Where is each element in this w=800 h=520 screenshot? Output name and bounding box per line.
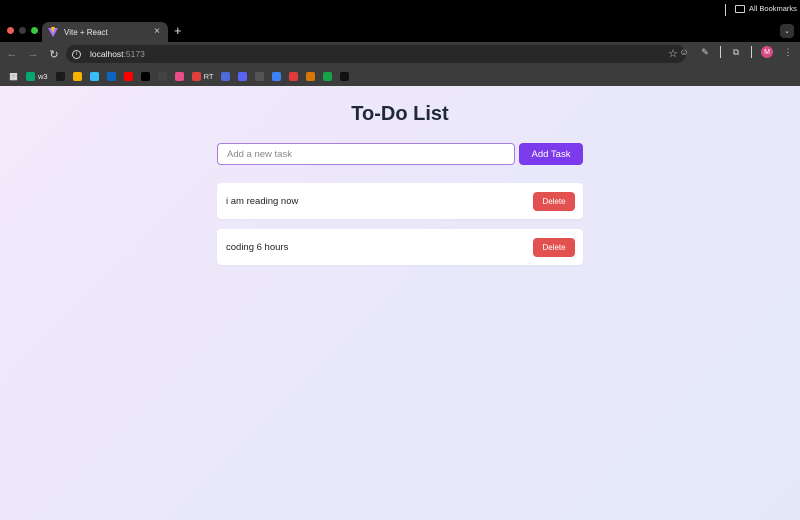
bookmark-item[interactable] bbox=[55, 70, 65, 82]
reload-button[interactable]: ↻ bbox=[45, 45, 63, 63]
bookmarks-divider bbox=[725, 4, 726, 16]
bookmark-item[interactable] bbox=[140, 70, 150, 82]
dribbble-icon bbox=[174, 71, 184, 81]
tmdb-icon bbox=[289, 71, 299, 81]
task-item: i am reading now Delete bbox=[217, 183, 583, 219]
vite-icon bbox=[48, 27, 58, 37]
tab-title: Vite + React bbox=[64, 27, 108, 37]
kebab-menu-icon[interactable]: ⋮ bbox=[782, 46, 794, 58]
bookmark-item[interactable] bbox=[157, 70, 167, 82]
task-list: i am reading now Delete coding 6 hours Dele… bbox=[217, 183, 583, 275]
bookmark-item[interactable] bbox=[238, 70, 248, 82]
bookmark-star-icon[interactable]: ☆ bbox=[668, 47, 678, 60]
bookmark-item[interactable] bbox=[174, 70, 184, 82]
toolbar-actions: ☺ ✎ ⧉ M ⋮ bbox=[678, 46, 794, 58]
tab-close-icon[interactable]: × bbox=[154, 27, 160, 37]
toolbar-divider bbox=[751, 46, 752, 58]
sandwich-icon bbox=[306, 71, 316, 81]
window-minimize-button[interactable] bbox=[19, 27, 26, 34]
bookmark-item[interactable] bbox=[89, 70, 99, 82]
url-host: localhost bbox=[90, 49, 124, 59]
toolbar-divider bbox=[720, 46, 721, 58]
new-task-input[interactable] bbox=[217, 143, 515, 165]
folder-icon bbox=[735, 4, 745, 13]
puzzle-blue-icon bbox=[272, 71, 282, 81]
delete-task-button[interactable]: Delete bbox=[533, 237, 575, 257]
tab-search-button[interactable]: ⌄ bbox=[780, 24, 794, 38]
page-content: To-Do List Add Task i am reading now Dele… bbox=[0, 86, 800, 520]
window-maximize-button[interactable] bbox=[31, 27, 38, 34]
back-button[interactable]: ← bbox=[3, 45, 21, 63]
all-bookmarks-button[interactable]: All Bookmarks bbox=[735, 4, 797, 13]
window-close-button[interactable] bbox=[7, 27, 14, 34]
task-item: coding 6 hours Delete bbox=[217, 229, 583, 265]
tab-strip: Vite + React × + ⌄ bbox=[0, 0, 800, 42]
github-icon bbox=[157, 71, 167, 81]
tailwind-icon bbox=[89, 71, 99, 81]
address-bar[interactable]: i localhost:5173 ☆ bbox=[66, 45, 686, 63]
apps-grid-icon: ▦ bbox=[9, 70, 18, 81]
bookmark-item[interactable]: w3 bbox=[26, 70, 48, 82]
new-tab-button[interactable]: + bbox=[174, 24, 182, 38]
rt-icon bbox=[191, 71, 201, 81]
bookmark-item[interactable] bbox=[340, 70, 350, 82]
forward-button[interactable]: → bbox=[24, 45, 42, 63]
notion-dark-icon bbox=[55, 71, 65, 81]
browser-toolbar: ← → ↻ i localhost:5173 ☆ ☺ ✎ ⧉ M ⋮ bbox=[0, 42, 800, 66]
task-text: i am reading now bbox=[226, 195, 299, 207]
linkedin-icon bbox=[106, 71, 116, 81]
bookmark-item[interactable] bbox=[323, 70, 333, 82]
bookmark-label: w3 bbox=[38, 71, 48, 81]
bookmark-item[interactable] bbox=[272, 70, 282, 82]
browser-tab[interactable]: Vite + React × bbox=[42, 22, 168, 42]
bookmark-item[interactable]: ▦ bbox=[9, 70, 18, 82]
extension-face-icon[interactable]: ☺ bbox=[678, 46, 690, 58]
all-bookmarks-label: All Bookmarks bbox=[749, 4, 797, 13]
notion-icon bbox=[255, 71, 265, 81]
x-icon bbox=[140, 71, 150, 81]
youtube-icon bbox=[123, 71, 133, 81]
bookmarks-bar: ▦ w3 RT bbox=[0, 66, 800, 86]
discord-icon bbox=[238, 71, 248, 81]
task-text: coding 6 hours bbox=[226, 241, 289, 253]
add-task-button[interactable]: Add Task bbox=[519, 143, 583, 165]
bookmark-label: RT bbox=[203, 71, 214, 81]
bookmark-item[interactable]: RT bbox=[191, 70, 214, 82]
page-title: To-Do List bbox=[351, 103, 449, 125]
w3schools-icon bbox=[26, 71, 35, 81]
r-icon bbox=[340, 71, 350, 81]
bookmark-item[interactable] bbox=[72, 70, 82, 82]
extensions-puzzle-icon[interactable]: ⧉ bbox=[730, 46, 742, 58]
cdn-icon bbox=[323, 71, 333, 81]
bookmark-item[interactable] bbox=[306, 70, 316, 82]
bookmark-item[interactable] bbox=[106, 70, 116, 82]
site-info-icon[interactable]: i bbox=[72, 49, 81, 59]
discord-blue-icon bbox=[221, 71, 231, 81]
profile-avatar[interactable]: M bbox=[761, 46, 773, 58]
bookmark-item[interactable] bbox=[289, 70, 299, 82]
delete-task-button[interactable]: Delete bbox=[533, 191, 575, 211]
pen-icon[interactable]: ✎ bbox=[699, 46, 711, 58]
bookmark-item[interactable] bbox=[221, 70, 231, 82]
google-drive-icon bbox=[72, 71, 82, 81]
bookmark-item[interactable] bbox=[255, 70, 265, 82]
url-port: :5173 bbox=[123, 49, 145, 59]
bookmark-item[interactable] bbox=[123, 70, 133, 82]
